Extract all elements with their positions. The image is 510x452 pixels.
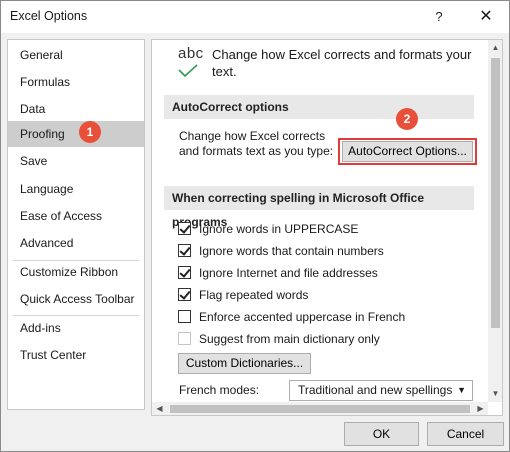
scroll-down-icon[interactable]: ▼ xyxy=(488,386,502,402)
checkbox[interactable] xyxy=(178,244,191,257)
nav-item-ease-of-access[interactable]: Ease of Access xyxy=(8,203,144,229)
ok-button[interactable]: OK xyxy=(344,422,419,446)
nav-item-customize-ribbon[interactable]: Customize Ribbon xyxy=(8,259,144,285)
callout-badge-1: 1 xyxy=(79,121,101,143)
vertical-scroll-thumb[interactable] xyxy=(491,58,500,328)
callout-badge-2: 2 xyxy=(396,108,418,130)
checkmark-icon xyxy=(178,64,198,78)
checkbox[interactable] xyxy=(178,222,191,235)
scroll-right-icon[interactable]: ▶ xyxy=(473,402,488,415)
options-nav: General Formulas Data Proofing 1 Save La… xyxy=(7,39,145,410)
french-modes-value: Traditional and new spellings xyxy=(298,383,453,397)
checkbox[interactable] xyxy=(178,310,191,323)
abc-icon: abc xyxy=(178,45,204,62)
custom-dictionaries-button[interactable]: Custom Dictionaries... xyxy=(178,353,311,374)
autocorrect-description: Change how Excel corrects and formats te… xyxy=(179,129,334,158)
proofing-header-text: Change how Excel corrects and formats yo… xyxy=(212,47,472,79)
option-label: Ignore words that contain numbers xyxy=(199,244,384,258)
vertical-scrollbar[interactable]: ▲ ▼ xyxy=(488,40,502,402)
nav-item-quick-access-toolbar[interactable]: Quick Access Toolbar xyxy=(8,286,144,312)
window-title: Excel Options xyxy=(10,9,88,23)
checkbox[interactable] xyxy=(178,288,191,301)
cancel-button[interactable]: Cancel xyxy=(427,422,504,446)
horizontal-scroll-thumb[interactable] xyxy=(170,405,470,413)
french-modes-label: French modes: xyxy=(179,383,260,397)
french-modes-select[interactable]: Traditional and new spellings ▼ xyxy=(289,380,473,401)
proofing-panel: abc Change how Excel corrects and format… xyxy=(151,39,503,416)
checkbox[interactable] xyxy=(178,266,191,279)
horizontal-scrollbar[interactable]: ◀ ▶ xyxy=(152,402,488,415)
option-label: Ignore Internet and file addresses xyxy=(199,266,378,280)
spelling-section-header: When correcting spelling in Microsoft Of… xyxy=(164,186,474,229)
nav-item-advanced[interactable]: Advanced xyxy=(8,230,144,256)
option-label: Enforce accented uppercase in French xyxy=(199,310,406,324)
excel-options-dialog: Excel Options ? ✕ General Formulas Data … xyxy=(0,0,510,452)
checkbox[interactable] xyxy=(178,332,191,345)
option-label: Ignore words in UPPERCASE xyxy=(199,222,359,236)
nav-item-language[interactable]: Language xyxy=(8,176,144,202)
autocorrect-section-header: AutoCorrect options xyxy=(164,95,474,119)
nav-item-save[interactable]: Save xyxy=(8,148,144,174)
help-button[interactable]: ? xyxy=(429,7,449,27)
option-label: Suggest from main dictionary only xyxy=(199,332,380,346)
scroll-up-icon[interactable]: ▲ xyxy=(488,40,502,56)
nav-item-formulas[interactable]: Formulas xyxy=(8,69,144,95)
close-button[interactable]: ✕ xyxy=(473,6,499,28)
scroll-left-icon[interactable]: ◀ xyxy=(152,402,167,415)
autocorrect-options-button[interactable]: AutoCorrect Options... xyxy=(342,141,473,162)
nav-item-proofing[interactable]: Proofing xyxy=(8,121,144,147)
nav-item-general[interactable]: General xyxy=(8,42,144,68)
option-label: Flag repeated words xyxy=(199,288,309,302)
chevron-down-icon: ▼ xyxy=(457,385,466,395)
nav-item-add-ins[interactable]: Add-ins xyxy=(8,315,144,341)
nav-item-trust-center[interactable]: Trust Center xyxy=(8,342,144,368)
nav-item-data[interactable]: Data xyxy=(8,96,144,122)
title-bar: Excel Options ? ✕ xyxy=(1,1,509,33)
